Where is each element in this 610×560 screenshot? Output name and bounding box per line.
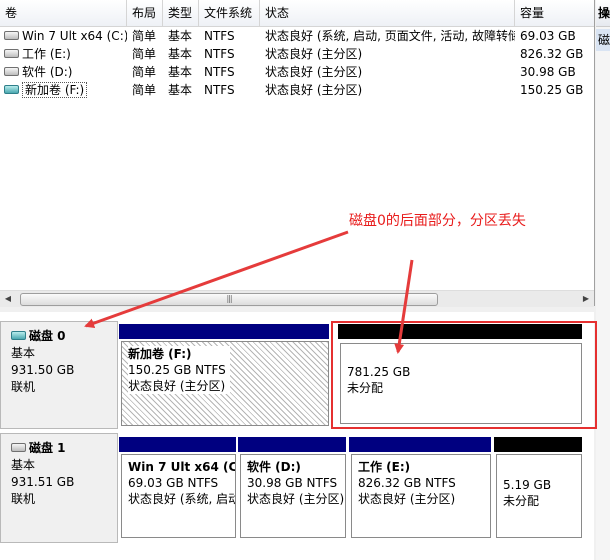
arrow-to-unallocated: [394, 259, 414, 354]
annotation-arrows: [84, 230, 414, 354]
arrow-to-disk0: [84, 230, 349, 329]
